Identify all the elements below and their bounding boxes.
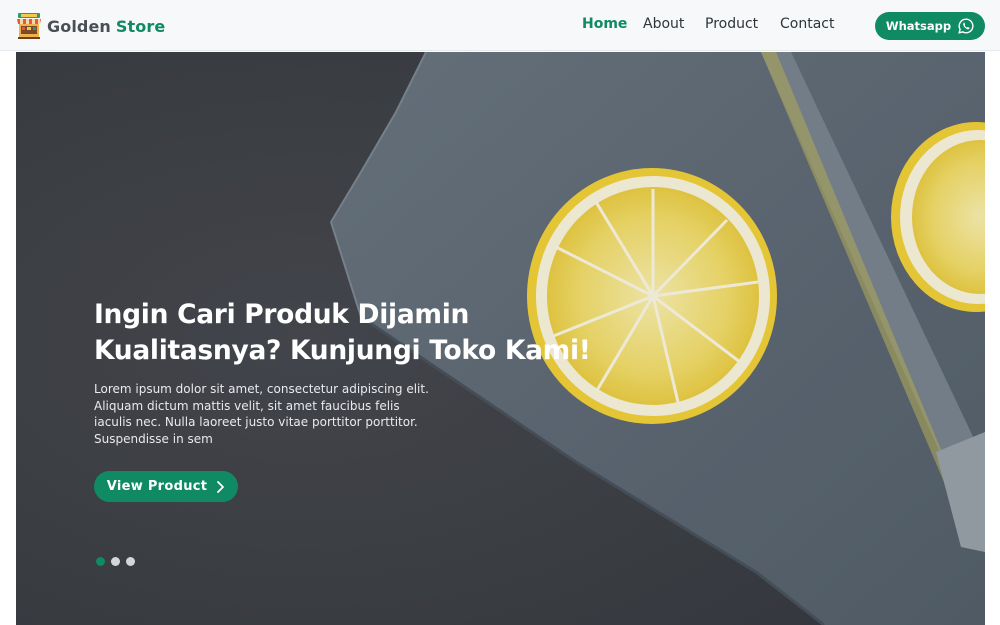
nav-about[interactable]: About: [643, 16, 684, 32]
hero-description: Lorem ipsum dolor sit amet, consectetur …: [94, 382, 429, 446]
hero-title-line1: Ingin Cari Produk Dijamin: [94, 299, 470, 330]
carousel-dot-2[interactable]: [111, 557, 120, 566]
whatsapp-button-label: Whatsapp: [885, 19, 952, 33]
brand-name: Golden Store: [47, 17, 165, 36]
nav-contact[interactable]: Contact: [780, 16, 834, 32]
carousel-dot-1[interactable]: [96, 557, 105, 566]
whatsapp-button[interactable]: Whatsapp: [875, 12, 985, 40]
brand-logo-link[interactable]: Golden Store: [16, 11, 165, 41]
brand-word-golden: Golden: [47, 16, 111, 36]
hero-banner: Ingin Cari Produk Dijamin Kualitasnya? K…: [16, 52, 985, 625]
store-awning-icon: [17, 13, 41, 39]
view-product-label: View Product: [106, 479, 208, 494]
nav-product[interactable]: Product: [705, 16, 758, 32]
hero-title-line2: Kualitasnya? Kunjungi Toko Kami!: [94, 335, 591, 366]
carousel-indicators: [96, 557, 135, 566]
nav-home[interactable]: Home: [582, 16, 627, 32]
whatsapp-icon: [958, 18, 974, 34]
view-product-button[interactable]: View Product: [94, 471, 238, 502]
hero-title: Ingin Cari Produk Dijamin Kualitasnya? K…: [94, 297, 654, 369]
chevron-right-icon: [217, 480, 225, 493]
navbar: Golden Store Home About Product Contact W…: [0, 0, 1000, 51]
brand-word-store: Store: [115, 16, 166, 36]
carousel-dot-3[interactable]: [126, 557, 135, 566]
